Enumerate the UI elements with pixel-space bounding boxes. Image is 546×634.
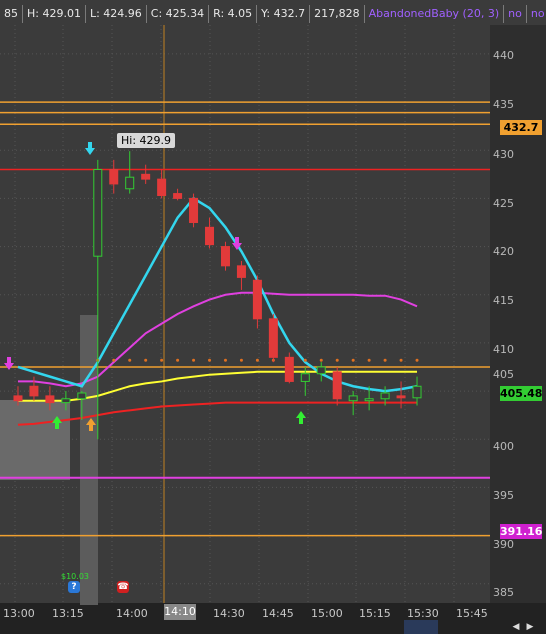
x-tick: 14:45 [262, 607, 294, 620]
y-tick: 405 [493, 368, 514, 381]
y-tick: 395 [493, 489, 514, 502]
info-event-icon[interactable]: ? [68, 581, 80, 593]
candle-body [13, 395, 23, 402]
x-tick: 13:00 [3, 607, 35, 620]
y-tick: 425 [493, 197, 514, 210]
orange-dot [399, 358, 403, 362]
orange-dot [319, 358, 323, 362]
candle-body [45, 395, 55, 404]
time-cursor-label: 14:10 [164, 604, 196, 620]
x-tick: 15:00 [311, 607, 343, 620]
y-tick: 410 [493, 343, 514, 356]
candle-body [316, 366, 326, 375]
orange-dot [255, 358, 259, 362]
candle-body [412, 385, 422, 399]
time-scrollbar[interactable] [404, 620, 438, 634]
candle-body [252, 279, 262, 320]
candle-body [93, 169, 103, 257]
study-label[interactable]: AbandonedBaby (20, 3) [365, 5, 505, 23]
scroll-right-icon[interactable]: ▶ [524, 621, 536, 633]
prev-close-value: Y: 432.7 [257, 5, 311, 23]
candle-body [109, 169, 119, 185]
high-tooltip: Hi: 429.9 [117, 133, 176, 148]
x-tick: 13:15 [52, 607, 84, 620]
orange-dot [160, 358, 164, 362]
y-tick: 400 [493, 440, 514, 453]
orange-dot [112, 358, 116, 362]
conference-call-icon[interactable]: ☎ [117, 581, 129, 593]
candle-body [77, 392, 87, 400]
y-tick: 385 [493, 586, 514, 599]
orange-dot [415, 358, 419, 362]
orange-dot [176, 358, 180, 362]
candle-body [157, 178, 167, 197]
price-chart[interactable] [0, 0, 546, 634]
candle-body [364, 398, 374, 402]
y-tick: 390 [493, 538, 514, 551]
candle-body [236, 265, 246, 278]
x-tick: 15:30 [407, 607, 439, 620]
y-tick: 420 [493, 245, 514, 258]
candle-body [284, 356, 294, 382]
range-value: R: 4.05 [209, 5, 258, 23]
candle-body [348, 395, 358, 402]
orange-dot [351, 358, 355, 362]
prev-close-tag: 432.7 [500, 120, 542, 135]
orange-dot [223, 358, 227, 362]
scroll-left-icon[interactable]: ◀ [510, 621, 522, 633]
high-value: H: 429.01 [23, 5, 86, 23]
x-tick: 14:00 [116, 607, 148, 620]
orange-dot [208, 358, 212, 362]
flag-1: no [504, 5, 527, 23]
bar-prefix: 85 [0, 5, 23, 23]
orange-dot [383, 358, 387, 362]
volume-shade [0, 400, 70, 480]
candle-body [173, 193, 183, 199]
candle-body [220, 246, 230, 267]
volume-bar [80, 315, 98, 605]
candle-body [300, 373, 310, 382]
orange-dot [367, 358, 371, 362]
y-tick: 435 [493, 98, 514, 111]
y-tick: 440 [493, 49, 514, 62]
candle-body [61, 398, 71, 404]
low-value: L: 424.96 [86, 5, 147, 23]
y-tick: 430 [493, 148, 514, 161]
orange-dot [303, 358, 307, 362]
x-tick: 14:30 [213, 607, 245, 620]
candle-body [29, 385, 39, 397]
orange-dot [128, 358, 132, 362]
flag-2: no [527, 5, 546, 23]
chart-window: 85 H: 429.01 L: 424.96 C: 425.34 R: 4.05… [0, 0, 546, 634]
x-tick: 15:15 [359, 607, 391, 620]
candle-body [205, 226, 215, 246]
candle-body [396, 395, 406, 399]
candle-body [332, 371, 342, 400]
candle-body [125, 176, 135, 190]
orange-dot [144, 358, 148, 362]
y-tick: 415 [493, 294, 514, 307]
close-value: C: 425.34 [147, 5, 210, 23]
candle-body [141, 173, 151, 180]
x-tick: 15:45 [456, 607, 488, 620]
last-price-tag: 405.48 [500, 386, 543, 401]
candle-body [189, 197, 199, 223]
plot-area [0, 25, 490, 603]
volume-value: 217,828 [310, 5, 365, 23]
quote-header: 85 H: 429.01 L: 424.96 C: 425.34 R: 4.05… [0, 3, 546, 25]
orange-dot [192, 358, 196, 362]
orange-dot [335, 358, 339, 362]
candle-body [268, 318, 278, 358]
candle-body [380, 392, 390, 400]
earnings-label: $10.03 [61, 572, 89, 581]
lower-level-tag: 391.16 [500, 524, 543, 539]
orange-dot [239, 358, 243, 362]
